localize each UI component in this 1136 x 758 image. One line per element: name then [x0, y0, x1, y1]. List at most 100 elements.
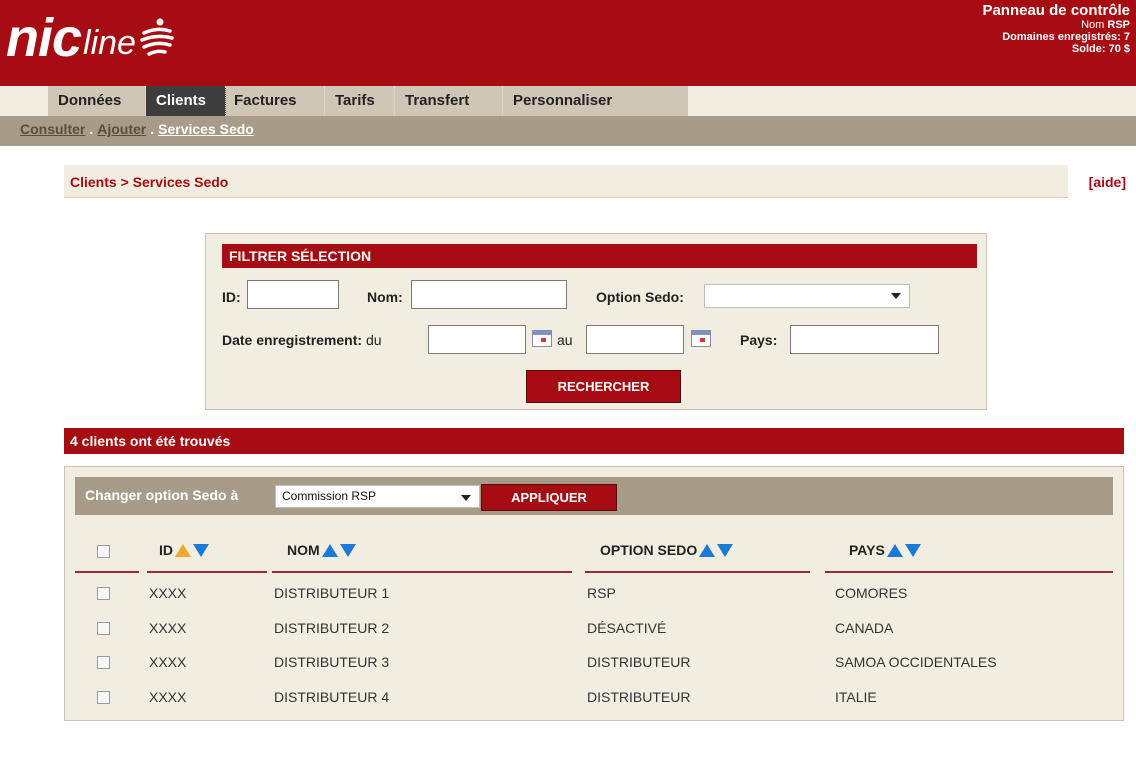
chevron-down-icon: [891, 293, 901, 299]
nav-personnaliser[interactable]: Personnaliser: [503, 86, 663, 116]
cell-nom: DISTRIBUTEUR 1: [274, 585, 390, 601]
nicline-logo[interactable]: nic line: [6, 8, 174, 68]
subnav-services-sedo[interactable]: Services Sedo: [158, 121, 254, 137]
panel-title: Panneau de contrôle: [982, 2, 1130, 19]
results-count: 4 clients ont été trouvés: [64, 428, 1124, 454]
date-label-text: Date enregistrement:: [222, 332, 363, 348]
account-panel: Panneau de contrôle Nom RSP Domaines enr…: [982, 2, 1130, 55]
column-label-id: ID: [159, 542, 173, 558]
nav-factures[interactable]: Factures: [226, 86, 325, 116]
sort-desc-icon[interactable]: [339, 543, 356, 557]
main-nav-bar: Données Clients Factures Tarifs Transfer…: [48, 86, 688, 116]
cell-pays: SAMOA OCCIDENTALES: [835, 654, 997, 670]
cell-option-sedo: DÉSACTIVÉ: [587, 620, 667, 636]
option-sedo-label: Option Sedo:: [596, 289, 684, 305]
sort-asc-icon[interactable]: [175, 543, 191, 557]
nom-value: RSP: [1107, 19, 1130, 31]
date-to-input[interactable]: [586, 325, 684, 354]
option-sedo-bulk-select[interactable]: Commission RSP: [275, 485, 480, 508]
chevron-down-icon: [461, 495, 471, 501]
subnav-consulter[interactable]: Consulter: [20, 121, 85, 137]
cell-pays: COMORES: [835, 585, 908, 601]
cell-pays: ITALIE: [835, 689, 877, 705]
column-label-pays: PAYS: [849, 542, 885, 558]
header-bar: nic line Panneau de contrôle Nom RSP Dom…: [0, 0, 1136, 86]
sort-asc-icon[interactable]: [321, 543, 338, 557]
subnav-separator: .: [89, 121, 94, 137]
column-label-option-sedo: OPTION SEDO: [600, 542, 698, 558]
sub-nav-items: Consulter . Ajouter . Services Sedo: [20, 121, 254, 137]
sort-asc-icon[interactable]: [699, 543, 716, 557]
breadcrumb-text: Clients > Services Sedo: [70, 174, 229, 190]
id-input[interactable]: [247, 280, 339, 309]
appliquer-button[interactable]: APPLIQUER: [481, 484, 617, 511]
column-header-pays: PAYS: [849, 542, 921, 558]
row-checkbox[interactable]: [97, 656, 110, 669]
id-label: ID:: [222, 289, 241, 305]
header-divider: [585, 571, 810, 573]
date-label: Date enregistrement: du: [222, 332, 382, 348]
cell-id: XXXX: [149, 654, 187, 670]
nom-input[interactable]: [411, 280, 567, 309]
sort-desc-icon[interactable]: [904, 543, 921, 557]
row-checkbox[interactable]: [97, 691, 110, 704]
sort-desc-icon[interactable]: [193, 543, 209, 557]
nav-clients[interactable]: Clients: [146, 86, 226, 116]
subnav-ajouter[interactable]: Ajouter: [97, 121, 146, 137]
header-divider: [825, 571, 1113, 573]
cell-id: XXXX: [149, 585, 187, 601]
option-sedo-select[interactable]: [704, 284, 910, 308]
select-all-checkbox[interactable]: [97, 545, 110, 558]
calendar-icon[interactable]: [532, 330, 552, 347]
logo-swoosh-icon: [140, 18, 174, 56]
row-checkbox[interactable]: [97, 622, 110, 635]
sub-nav: Consulter . Ajouter . Services Sedo: [0, 116, 1136, 146]
column-header-nom: NOM: [287, 542, 356, 558]
cell-id: XXXX: [149, 689, 187, 705]
domain-count: Domaines enregistrés: 7: [1002, 31, 1130, 43]
account-name: Nom RSP: [982, 19, 1130, 31]
row-checkbox[interactable]: [97, 587, 110, 600]
date-du-text: du: [365, 332, 382, 348]
header-divider: [75, 571, 139, 573]
cell-id: XXXX: [149, 620, 187, 636]
header-divider: [147, 571, 267, 573]
filter-title: FILTRER SÉLECTION: [222, 244, 977, 268]
logo-nic-text: nic: [6, 8, 82, 68]
date-au-text: au: [557, 332, 573, 348]
sort-asc-icon[interactable]: [886, 543, 903, 557]
column-header-id: ID: [159, 542, 209, 558]
breadcrumb: Clients > Services Sedo: [64, 165, 1068, 198]
cell-option-sedo: RSP: [587, 585, 616, 601]
change-option-label: Changer option Sedo à: [85, 487, 239, 503]
balance: Solde: 70 $: [1071, 43, 1130, 55]
rechercher-button[interactable]: RECHERCHER: [526, 370, 681, 403]
cell-nom: DISTRIBUTEUR 3: [274, 654, 390, 670]
nav-tarifs[interactable]: Tarifs: [325, 86, 395, 116]
header-divider: [272, 571, 572, 573]
cell-option-sedo: DISTRIBUTEUR: [587, 689, 691, 705]
subnav-separator: .: [150, 121, 155, 137]
nom-filter-label: Nom:: [367, 289, 403, 305]
main-nav: Données Clients Factures Tarifs Transfer…: [0, 86, 1136, 116]
nav-transfert[interactable]: Transfert: [395, 86, 503, 116]
cell-pays: CANADA: [835, 620, 894, 636]
clients-table-panel: Changer option Sedo à Commission RSP APP…: [64, 466, 1124, 721]
column-label-nom: NOM: [287, 542, 320, 558]
help-link[interactable]: [aide]: [1089, 174, 1126, 190]
date-from-input[interactable]: [428, 325, 526, 354]
filter-panel: FILTRER SÉLECTION ID: Nom: Option Sedo: …: [205, 233, 987, 410]
calendar-icon[interactable]: [691, 330, 711, 347]
cell-nom: DISTRIBUTEUR 4: [274, 689, 390, 705]
cell-option-sedo: DISTRIBUTEUR: [587, 654, 691, 670]
cell-nom: DISTRIBUTEUR 2: [274, 620, 390, 636]
bulk-action-toolbar: Changer option Sedo à Commission RSP APP…: [75, 477, 1113, 515]
sort-desc-icon[interactable]: [717, 543, 734, 557]
pays-input[interactable]: [790, 325, 939, 354]
option-sedo-bulk-value: Commission RSP: [282, 489, 377, 503]
logo-line-text: line: [83, 24, 136, 62]
nav-donnees[interactable]: Données: [48, 86, 146, 116]
column-header-option-sedo: OPTION SEDO: [600, 542, 734, 558]
pays-label: Pays:: [740, 332, 778, 348]
nom-label: Nom: [1081, 19, 1105, 31]
